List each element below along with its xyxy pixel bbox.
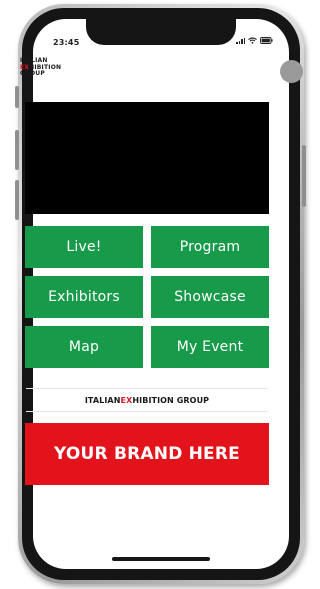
brand-strip-part3: HIBITION GROUP [132,395,210,405]
notch [86,19,236,45]
ad-banner[interactable]: YOUR BRAND HERE [25,423,269,485]
battery-icon [260,37,273,44]
menu-grid: Live! Program Exhibitors Showcase Map My… [25,226,269,368]
status-icons [236,37,273,44]
my-event-button[interactable]: My Event [151,326,269,368]
map-button[interactable]: Map [25,326,143,368]
showcase-button[interactable]: Showcase [151,276,269,318]
volume-up-button [15,130,19,170]
signal-icon [236,37,245,44]
power-button [302,145,306,207]
program-button[interactable]: Program [151,226,269,268]
hero-video[interactable] [25,102,269,214]
status-time: 23:45 [53,38,80,47]
brand-strip: ITALIAN EX HIBITION GROUP [26,388,268,412]
home-indicator[interactable] [112,557,210,561]
logo-line-3: GROUP [20,70,45,77]
brand-strip-accent: EX [120,395,133,405]
brand-strip-part1: ITALIAN [84,395,121,405]
silent-switch [15,86,19,108]
app-logo: ITALIAN EXHIBITION GROUP [20,57,61,78]
volume-down-button [15,180,19,220]
live-button[interactable]: Live! [25,226,143,268]
exhibitors-button[interactable]: Exhibitors [25,276,143,318]
avatar[interactable] [280,60,303,83]
wifi-icon [248,37,257,44]
